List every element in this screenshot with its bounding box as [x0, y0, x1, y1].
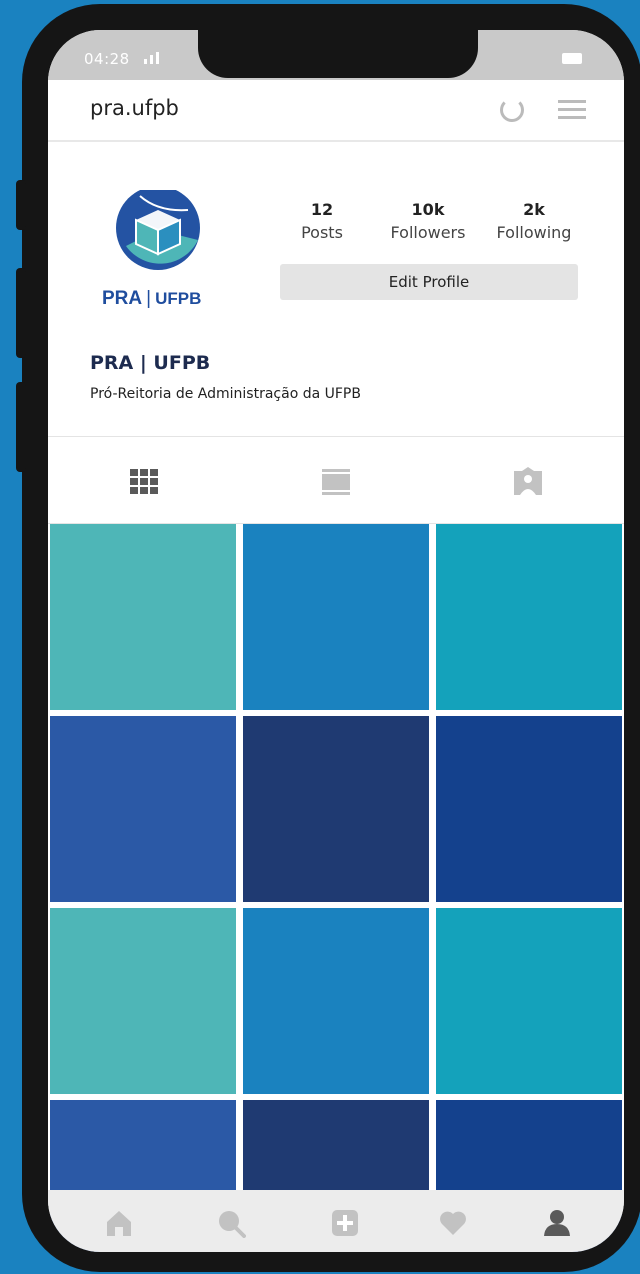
profile-header: PRA | UFPB 12 Posts 10k Followers 2k Follo…: [48, 142, 624, 436]
nav-profile[interactable]: [542, 1208, 572, 1238]
post-thumbnail[interactable]: [50, 716, 236, 902]
nav-search[interactable]: [216, 1208, 246, 1238]
posts-grid: [50, 524, 624, 1252]
post-thumbnail[interactable]: [50, 524, 236, 710]
phone-volume-up-button: [16, 268, 26, 358]
avatar[interactable]: PRA | UFPB: [88, 186, 228, 320]
phone-side-button: [16, 180, 26, 230]
profile-display-name: PRA | UFPB: [90, 352, 211, 374]
loading-icon: [500, 98, 524, 122]
post-thumbnail[interactable]: [243, 716, 429, 902]
grid-icon: [130, 469, 158, 494]
feed-icon: [322, 469, 350, 495]
heart-icon: [440, 1211, 466, 1235]
post-thumbnail[interactable]: [50, 908, 236, 1094]
status-time: 04:28: [84, 50, 130, 68]
nav-add-post[interactable]: [330, 1208, 360, 1238]
tab-tagged[interactable]: [512, 467, 544, 497]
add-post-icon: [332, 1210, 358, 1236]
username-title: pra.ufpb: [90, 96, 179, 120]
logo-separator: |: [146, 288, 152, 309]
post-thumbnail[interactable]: [436, 524, 622, 710]
profile-bio: Pró-Reitoria de Administração da UFPB: [90, 386, 361, 402]
stat-value: 10k: [411, 200, 445, 219]
bottom-nav: [48, 1190, 624, 1252]
phone-screen: 04:28 pra.ufpb PRA | UFPB 12 Posts 10k F…: [48, 30, 624, 1252]
stat-label: Followers: [390, 223, 466, 242]
post-thumbnail[interactable]: [436, 716, 622, 902]
home-icon: [107, 1211, 131, 1236]
tab-grid[interactable]: [128, 467, 160, 497]
logo-secondary-text: UFPB: [155, 289, 202, 308]
search-icon: [219, 1211, 246, 1238]
app-bar: pra.ufpb: [48, 80, 624, 142]
stat-posts[interactable]: 12 Posts: [272, 200, 372, 242]
stat-label: Posts: [301, 223, 343, 242]
signal-icon: [144, 52, 166, 64]
stat-followers[interactable]: 10k Followers: [378, 200, 478, 242]
tab-feed[interactable]: [320, 467, 352, 497]
menu-icon[interactable]: [558, 100, 586, 120]
logo-wordmark: PRA | UFPB: [102, 288, 201, 310]
post-thumbnail[interactable]: [436, 908, 622, 1094]
notch: [198, 30, 478, 78]
post-thumbnail[interactable]: [243, 908, 429, 1094]
phone-volume-down-button: [16, 382, 26, 472]
cube-logo-icon: [116, 186, 200, 270]
nav-home[interactable]: [104, 1208, 134, 1238]
stat-label: Following: [496, 223, 572, 242]
stat-following[interactable]: 2k Following: [484, 200, 584, 242]
nav-activity[interactable]: [438, 1208, 468, 1238]
tagged-icon: [514, 467, 542, 495]
stat-value: 12: [310, 200, 334, 219]
stat-value: 2k: [523, 200, 545, 219]
profile-icon: [544, 1210, 570, 1236]
logo-primary-text: PRA: [102, 288, 143, 309]
edit-profile-button[interactable]: Edit Profile: [280, 264, 578, 300]
battery-icon: [562, 53, 582, 64]
profile-tabs: [48, 436, 624, 524]
post-thumbnail[interactable]: [243, 524, 429, 710]
